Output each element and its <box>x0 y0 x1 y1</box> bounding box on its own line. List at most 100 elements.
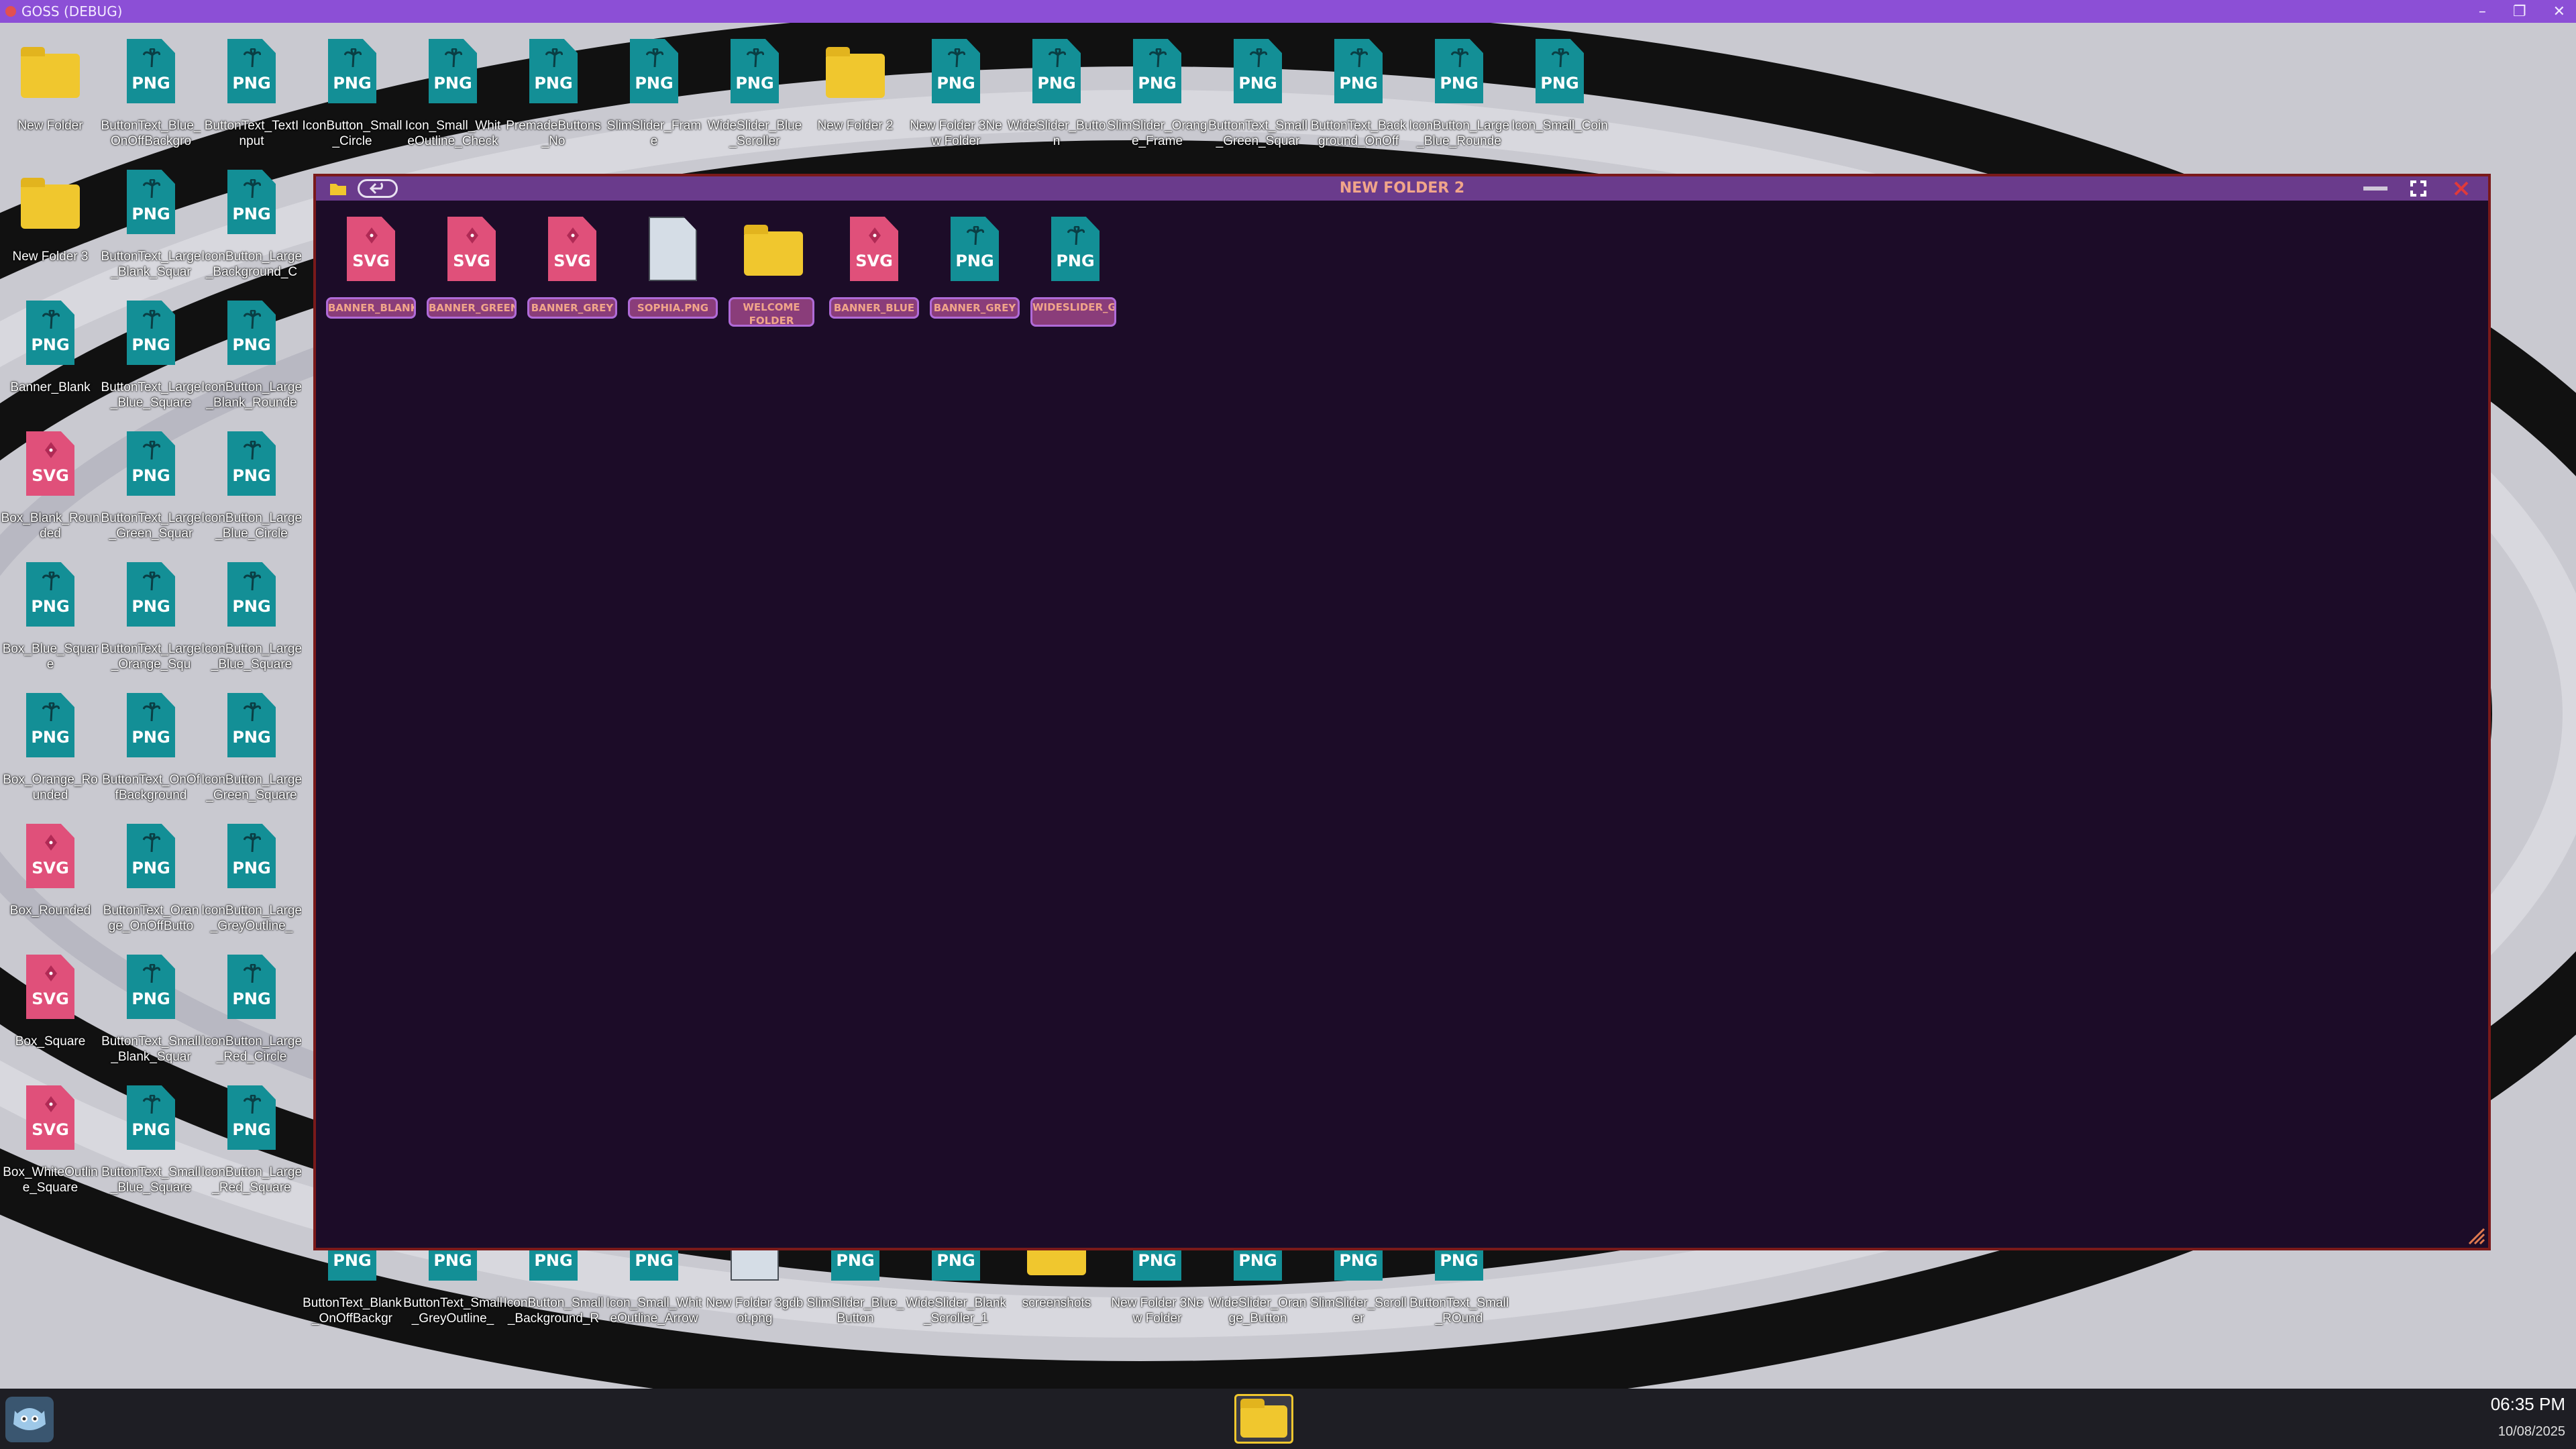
desktop-file[interactable]: PNG WideSlider_Blue_Scroller <box>704 34 805 168</box>
desktop-icon-label: ButtonText_Large_Green_Squar <box>101 511 201 541</box>
minimize-button[interactable] <box>2361 179 2390 198</box>
desktop-file[interactable]: PNG Icon_Small_Coin <box>1509 34 1610 168</box>
desktop-file[interactable]: PNG SlimSlider_Orange_Frame <box>1107 34 1208 168</box>
taskbar-folder-app[interactable] <box>1234 1394 1293 1444</box>
explorer-titlebar[interactable]: NEW FOLDER 2 <box>316 176 2488 201</box>
file-type-badge: PNG <box>936 74 975 93</box>
explorer-file[interactable]: SVG BANNER_BLUE <box>827 217 921 331</box>
palm-tree-icon <box>244 1095 261 1114</box>
minimize-icon[interactable]: – <box>2479 3 2486 20</box>
pen-nib-icon <box>45 835 57 851</box>
desktop-file[interactable]: PNG ButtonText_Large_Orange_Squ <box>101 557 201 691</box>
desktop-file[interactable]: PNG ButtonText_Small_Blank_Squar <box>101 949 201 1083</box>
palm-tree-icon <box>143 833 160 852</box>
start-icon <box>13 1408 46 1430</box>
palm-tree-icon <box>445 48 462 67</box>
palm-tree-icon <box>143 441 160 460</box>
back-button[interactable] <box>358 179 398 198</box>
explorer-item-label: WIDESLIDER_GREEN_SCROLLER <box>1030 297 1116 327</box>
desktop-file[interactable]: PNG ButtonText_OnOffBackground <box>101 688 201 822</box>
close-icon[interactable]: ✕ <box>2553 3 2565 20</box>
desktop-file[interactable]: PNG IconButton_Large_Red_Circle <box>201 949 302 1083</box>
explorer-file[interactable]: SOPHIA.PNG <box>626 217 720 331</box>
desktop-file[interactable]: SVG Box_Blank_Rounded <box>0 426 101 560</box>
desktop-icon-label: Icon_Small_Coin <box>1511 119 1608 133</box>
desktop-file[interactable]: PNG IconButton_Small_Circle <box>302 34 402 168</box>
desktop-file[interactable]: PNG ButtonText_Orange_OnOffButto <box>101 818 201 953</box>
desktop-folder[interactable]: New Folder <box>0 34 101 168</box>
desktop-file[interactable]: PNG IconButton_Large_Green_Square <box>201 688 302 822</box>
file-type-badge: PNG <box>131 859 170 877</box>
folder-icon <box>330 184 346 195</box>
desktop-file[interactable]: SVG Box_Rounded <box>0 818 101 953</box>
desktop-icon-label: IconButton_Large_Blue_Circle <box>201 511 302 541</box>
desktop-icon-label: WideSlider_Orange_Button <box>1209 1296 1307 1326</box>
desktop-file[interactable]: SVG Box_WhiteOutline_Square <box>0 1080 101 1214</box>
explorer-item-label: BANNER_BLUE <box>829 297 919 319</box>
desktop-file[interactable]: PNG ButtonText_Small_Green_Squar <box>1208 34 1308 168</box>
desktop-icon-label: ButtonText_Small_GreyOutline_ <box>403 1296 502 1326</box>
file-type-badge: PNG <box>1138 1251 1177 1270</box>
close-button[interactable] <box>2447 179 2476 198</box>
file-type-badge: PNG <box>131 597 170 616</box>
explorer-file[interactable]: SVG BANNER_GREEN <box>425 217 519 331</box>
explorer-item-label: WELCOME FOLDER <box>729 297 814 327</box>
file-type-badge: SVG <box>855 252 893 270</box>
desktop-file[interactable]: PNG IconButton_Large_Blue_Circle <box>201 426 302 560</box>
pen-nib-icon <box>45 1096 57 1112</box>
desktop-icon-label: IconButton_Large_Blue_Square <box>201 642 302 672</box>
maximize-button[interactable] <box>2404 179 2433 198</box>
file-type-badge: SVG <box>32 466 69 485</box>
desktop-file[interactable]: PNG ButtonText_Small_Blue_Square <box>101 1080 201 1214</box>
desktop-icon-label: ButtonText_Small_Blue_Square <box>101 1165 201 1195</box>
explorer-file[interactable]: SVG BANNER_GREY <box>525 217 619 331</box>
desktop-icon-label: Box_Orange_Rounded <box>3 773 98 802</box>
desktop-file[interactable]: PNG ButtonText_TextInput <box>201 34 302 168</box>
desktop-file[interactable]: PNG SlimSlider_Frame <box>604 34 704 168</box>
file-type-badge: PNG <box>131 1120 170 1139</box>
desktop-file[interactable]: PNG IconButton_Large_Background_C <box>201 164 302 299</box>
palm-tree-icon <box>143 310 160 329</box>
explorer-file[interactable]: PNG BANNER_GREY <box>928 217 1022 331</box>
desktop-file[interactable]: PNG IconButton_Large_Red_Square <box>201 1080 302 1214</box>
desktop-file[interactable]: PNG Box_Blue_Square <box>0 557 101 691</box>
file-type-badge: PNG <box>232 859 271 877</box>
folder-icon <box>21 178 80 229</box>
desktop-folder[interactable]: New Folder 2 <box>805 34 906 168</box>
resize-grip-icon[interactable] <box>2465 1225 2485 1245</box>
desktop-icon-label: ButtonText_Background_OnOff <box>1310 119 1407 148</box>
start-button[interactable] <box>5 1397 54 1442</box>
desktop-file[interactable]: PNG IconButton_Large_Blue_Rounde <box>1409 34 1509 168</box>
restore-icon[interactable]: ❐ <box>2513 3 2526 20</box>
desktop-file[interactable]: SVG Box_Square <box>0 949 101 1083</box>
file-type-badge: PNG <box>735 74 774 93</box>
file-type-badge: PNG <box>131 728 170 747</box>
close-icon <box>2454 181 2469 196</box>
desktop-file[interactable]: PNG ButtonText_Large_Green_Squar <box>101 426 201 560</box>
desktop-icon-label: IconButton_Large_Red_Circle <box>201 1034 302 1064</box>
desktop-file[interactable]: PNG ButtonText_Background_OnOff <box>1308 34 1409 168</box>
desktop-file[interactable]: PNG ButtonText_Blue_OnOffBackgro <box>101 34 201 168</box>
explorer-file[interactable]: PNG WIDESLIDER_GREEN_SCROLLER <box>1028 217 1122 331</box>
folder-button[interactable] <box>328 179 348 198</box>
desktop-file[interactable]: PNG Box_Orange_Rounded <box>0 688 101 822</box>
desktop-icon-label: ButtonText_OnOffBackground <box>102 773 200 802</box>
desktop-file[interactable]: PNG Icon_Small_WhiteOutline_Check <box>402 34 503 168</box>
desktop-file[interactable]: PNG IconButton_Large_Blue_Square <box>201 557 302 691</box>
explorer-folder[interactable]: WELCOME FOLDER <box>727 217 820 331</box>
desktop-file[interactable]: PNG New Folder 3New Folder <box>906 34 1006 168</box>
desktop-file[interactable]: PNG ButtonText_Large_Blue_Square <box>101 295 201 429</box>
desktop-folder[interactable]: New Folder 3 <box>0 164 101 299</box>
minimize-icon <box>2363 186 2387 191</box>
desktop-file[interactable]: PNG WideSlider_Button <box>1006 34 1107 168</box>
explorer-file[interactable]: SVG BANNER_BLANK <box>324 217 418 331</box>
desktop-file[interactable]: PNG IconButton_Large_Blank_Rounde <box>201 295 302 429</box>
file-type-badge: PNG <box>333 1251 372 1270</box>
explorer-item-label: BANNER_GREY <box>930 297 1020 319</box>
desktop-file[interactable]: PNG IconButton_Large_GreyOutline_ <box>201 818 302 953</box>
palm-tree-icon <box>42 310 60 329</box>
desktop-file[interactable]: PNG ButtonText_Large_Blank_Squar <box>101 164 201 299</box>
desktop-file[interactable]: PNG Banner_Blank <box>0 295 101 429</box>
file-type-badge: PNG <box>232 74 271 93</box>
desktop-file[interactable]: PNG PremadeButtons_No <box>503 34 604 168</box>
